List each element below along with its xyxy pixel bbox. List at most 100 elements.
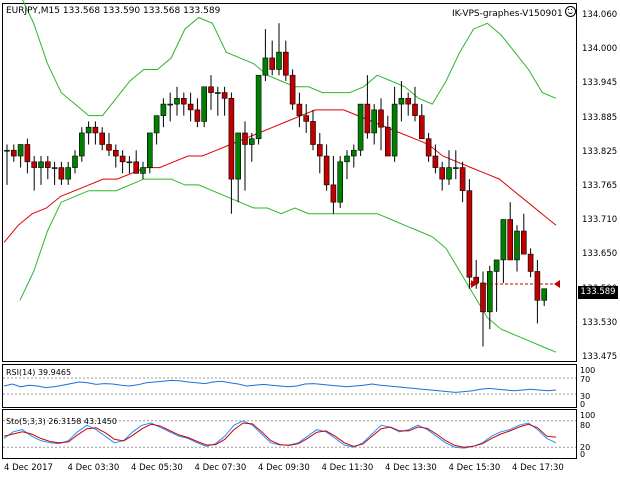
- price-tick-label: 133.885: [582, 112, 618, 123]
- candle-body: [38, 161, 44, 168]
- symbol-info: EURJPY,M15 133.568 133.590 133.568 133.5…: [6, 6, 221, 16]
- time-tick-label: 4 Dec 15:30: [448, 463, 501, 473]
- rsi-level-0: 0: [580, 400, 586, 409]
- candle-body: [310, 121, 316, 145]
- candle-body: [255, 74, 262, 140]
- candle-body: [119, 155, 126, 163]
- smiley-icon[interactable]: [564, 6, 576, 17]
- time-tick-label: 4 Dec 11:30: [321, 463, 374, 473]
- candle-body: [44, 161, 51, 168]
- candle-body: [520, 230, 527, 255]
- candle-body: [350, 149, 357, 157]
- rsi-label: RSI(14) 39.9465: [6, 368, 72, 377]
- price-tick-label: 133.710: [582, 215, 618, 226]
- price-tick-label: 133.825: [582, 146, 618, 157]
- rsi-panel-frame: [2, 364, 577, 408]
- candle-body: [58, 167, 65, 180]
- price-chart[interactable]: [0, 0, 620, 480]
- expert-label: IK-VPS-graphes-V150901: [452, 6, 576, 19]
- candle-body: [405, 98, 412, 105]
- candle-body: [181, 98, 187, 105]
- stoch-signal-line: [3, 422, 557, 448]
- candle-body: [106, 144, 112, 151]
- bollinger-lower-line: [19, 178, 557, 353]
- candle-body: [527, 253, 534, 272]
- candle-body: [323, 155, 330, 186]
- candle-body: [364, 103, 371, 134]
- time-tick-label: 4 Dec 17:30: [512, 463, 564, 473]
- candle-body: [534, 271, 541, 301]
- candle-body: [153, 115, 160, 134]
- candle-body: [344, 155, 350, 163]
- candle-body: [480, 282, 486, 313]
- expert-name: IK-VPS-graphes-V150901: [452, 9, 563, 19]
- candle-body: [398, 98, 405, 105]
- candle-body: [303, 115, 310, 122]
- candle-body: [113, 149, 119, 157]
- candle-body: [126, 161, 133, 164]
- candle-body: [296, 103, 303, 116]
- price-tick-label: 133.475: [582, 352, 618, 362]
- candle-body: [160, 103, 167, 116]
- candle-body: [507, 219, 514, 261]
- candle-body: [541, 288, 548, 301]
- candles-layer: [4, 23, 548, 347]
- candle-body: [249, 138, 255, 145]
- candle-body: [269, 57, 276, 70]
- candle-body: [330, 184, 337, 203]
- candle-body: [187, 103, 194, 111]
- candle-body: [412, 103, 418, 116]
- candle-body: [425, 138, 432, 157]
- candle-body: [459, 167, 466, 191]
- time-tick-label: 4 Dec 05:30: [131, 463, 183, 473]
- candle-body: [337, 161, 344, 203]
- candle-body: [473, 276, 480, 284]
- price-tick-label: 133.945: [582, 78, 618, 89]
- stoch-label: Sto(5,3,3) 26.3158 43.1450: [6, 417, 117, 426]
- sub-window-layer: [3, 377, 576, 449]
- candle-body: [201, 86, 207, 122]
- candle-body: [133, 161, 139, 174]
- price-tick-label: 134.000: [582, 44, 618, 55]
- candle-body: [371, 109, 378, 134]
- candle-body: [452, 167, 459, 169]
- candle-body: [289, 74, 296, 105]
- candle-body: [65, 167, 71, 180]
- candle-body: [242, 132, 248, 145]
- candle-body: [262, 57, 269, 76]
- candle-body: [208, 86, 214, 93]
- candle-body: [17, 144, 24, 157]
- price-tick-label: 134.060: [582, 10, 618, 20]
- candle-body: [31, 161, 38, 168]
- price-tick-label: 133.650: [582, 249, 618, 260]
- rsi-level-70: 70: [580, 375, 591, 384]
- rsi-line: [3, 379, 557, 393]
- stoch-level-80: 80: [580, 421, 591, 430]
- candle-body: [500, 219, 507, 261]
- time-tick-label: 4 Dec 13:30: [385, 463, 437, 473]
- time-tick-label: 4 Dec 09:30: [258, 463, 310, 473]
- candle-body: [4, 149, 10, 152]
- time-tick-label: 4 Dec 2017: [4, 463, 53, 473]
- candle-body: [466, 190, 473, 278]
- candle-body: [215, 92, 221, 94]
- candle-body: [357, 103, 364, 151]
- candle-body: [384, 126, 391, 157]
- candle-body: [85, 126, 92, 134]
- current-price-tag: 133.589: [578, 286, 618, 299]
- stoch-level-100: 100: [580, 411, 596, 420]
- candle-body: [194, 109, 201, 122]
- chart-window[interactable]: EURJPY,M15 133.568 133.590 133.568 133.5…: [0, 0, 620, 480]
- candle-body: [92, 126, 99, 134]
- stoch-level-0: 0: [580, 450, 586, 459]
- candle-body: [316, 144, 323, 157]
- time-tick-label: 4 Dec 03:30: [67, 463, 120, 473]
- candle-body: [79, 132, 85, 157]
- time-tick-label: 4 Dec 07:30: [194, 463, 247, 473]
- candle-body: [147, 132, 153, 168]
- candle-body: [378, 109, 384, 128]
- rsi-level-100: 100: [580, 366, 596, 375]
- candle-body: [514, 230, 520, 261]
- candle-body: [282, 51, 289, 76]
- candle-body: [174, 98, 180, 105]
